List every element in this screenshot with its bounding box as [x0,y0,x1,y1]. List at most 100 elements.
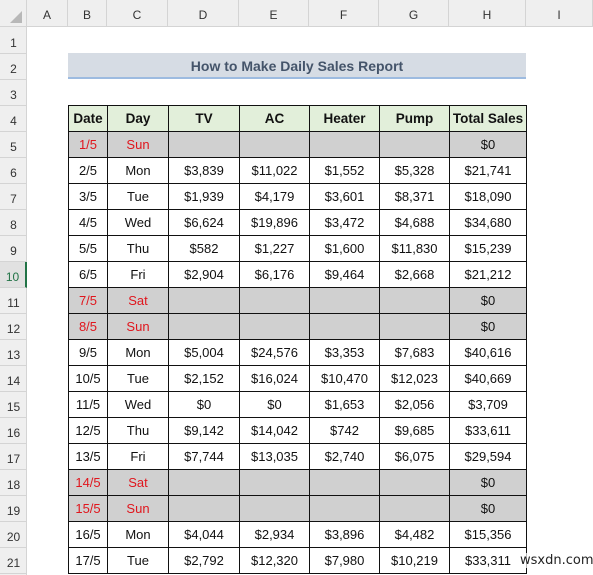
cell-pump[interactable]: $2,668 [379,261,450,288]
cell-ac[interactable]: $2,934 [239,521,310,548]
cell-ac[interactable] [239,495,310,522]
cell-day[interactable]: Tue [107,547,169,574]
cell-heater[interactable] [309,287,380,314]
cell-total[interactable]: $0 [449,469,527,496]
cell-date[interactable]: 6/5 [68,261,108,288]
row-header-12[interactable]: 12 [0,314,27,340]
cell-pump[interactable]: $2,056 [379,391,450,418]
column-header-g[interactable]: G [379,0,449,27]
header-tv[interactable]: TV [168,105,240,132]
cell-pump[interactable] [379,287,450,314]
cell-pump[interactable] [379,495,450,522]
cell-total[interactable]: $40,616 [449,339,527,366]
cell-pump[interactable]: $4,688 [379,209,450,236]
cell-ac[interactable]: $12,320 [239,547,310,574]
cell-date[interactable]: 12/5 [68,417,108,444]
column-header-i[interactable]: I [526,0,593,27]
cell-heater[interactable] [309,469,380,496]
cell-heater[interactable]: $7,980 [309,547,380,574]
cell-total[interactable]: $0 [449,495,527,522]
cell-day[interactable]: Thu [107,235,169,262]
cell-pump[interactable]: $8,371 [379,183,450,210]
cell-ac[interactable] [239,131,310,158]
cell-tv[interactable]: $582 [168,235,240,262]
cell-total[interactable]: $33,311 [449,547,527,574]
cell-heater[interactable]: $1,552 [309,157,380,184]
cell-heater[interactable]: $742 [309,417,380,444]
cell-ac[interactable]: $24,576 [239,339,310,366]
row-header-16[interactable]: 16 [0,418,27,444]
header-date[interactable]: Date [68,105,108,132]
cell-tv[interactable] [168,287,240,314]
cell-pump[interactable]: $4,482 [379,521,450,548]
header-pump[interactable]: Pump [379,105,450,132]
row-header-19[interactable]: 19 [0,496,27,522]
cell-tv[interactable]: $9,142 [168,417,240,444]
cell-ac[interactable]: $1,227 [239,235,310,262]
row-header-3[interactable]: 3 [0,80,27,106]
cell-total[interactable]: $15,356 [449,521,527,548]
cell-pump[interactable] [379,131,450,158]
cell-day[interactable]: Wed [107,209,169,236]
column-header-b[interactable]: B [68,0,107,27]
cell-date[interactable]: 3/5 [68,183,108,210]
cell-total[interactable]: $40,669 [449,365,527,392]
cell-heater[interactable] [309,131,380,158]
header-total-sales[interactable]: Total Sales [449,105,527,132]
cell-ac[interactable]: $16,024 [239,365,310,392]
cell-tv[interactable]: $3,839 [168,157,240,184]
cell-heater[interactable]: $3,601 [309,183,380,210]
cell-total[interactable]: $21,212 [449,261,527,288]
cell-day[interactable]: Sun [107,495,169,522]
cell-total[interactable]: $0 [449,313,527,340]
cell-total[interactable]: $18,090 [449,183,527,210]
cell-total[interactable]: $15,239 [449,235,527,262]
cell-pump[interactable]: $5,328 [379,157,450,184]
cell-day[interactable]: Sun [107,313,169,340]
cell-total[interactable]: $0 [449,131,527,158]
cell-date[interactable]: 14/5 [68,469,108,496]
cell-day[interactable]: Mon [107,157,169,184]
cell-total[interactable]: $3,709 [449,391,527,418]
column-header-f[interactable]: F [309,0,379,27]
row-header-6[interactable]: 6 [0,158,27,184]
cell-tv[interactable]: $7,744 [168,443,240,470]
cell-tv[interactable] [168,469,240,496]
cell-tv[interactable] [168,495,240,522]
cell-day[interactable]: Mon [107,521,169,548]
cell-tv[interactable]: $5,004 [168,339,240,366]
row-header-14[interactable]: 14 [0,366,27,392]
row-header-20[interactable]: 20 [0,522,27,548]
cell-day[interactable]: Wed [107,391,169,418]
cell-ac[interactable] [239,313,310,340]
row-header-5[interactable]: 5 [0,132,27,158]
header-heater[interactable]: Heater [309,105,380,132]
cell-date[interactable]: 11/5 [68,391,108,418]
cell-ac[interactable]: $0 [239,391,310,418]
cell-day[interactable]: Sat [107,469,169,496]
cell-pump[interactable] [379,469,450,496]
cell-heater[interactable]: $3,896 [309,521,380,548]
row-header-2[interactable]: 2 [0,54,27,80]
row-header-7[interactable]: 7 [0,184,27,210]
cell-pump[interactable] [379,313,450,340]
row-header-11[interactable]: 11 [0,288,27,314]
cell-date[interactable]: 9/5 [68,339,108,366]
cell-ac[interactable]: $19,896 [239,209,310,236]
cell-total[interactable]: $33,611 [449,417,527,444]
cell-date[interactable]: 13/5 [68,443,108,470]
cell-tv[interactable]: $2,792 [168,547,240,574]
cell-day[interactable]: Thu [107,417,169,444]
cell-ac[interactable] [239,287,310,314]
cell-pump[interactable]: $10,219 [379,547,450,574]
cell-date[interactable]: 15/5 [68,495,108,522]
row-header-17[interactable]: 17 [0,444,27,470]
cell-pump[interactable]: $11,830 [379,235,450,262]
cell-tv[interactable]: $4,044 [168,521,240,548]
cell-pump[interactable]: $12,023 [379,365,450,392]
cell-pump[interactable]: $6,075 [379,443,450,470]
column-header-c[interactable]: C [107,0,168,27]
column-header-e[interactable]: E [239,0,309,27]
cell-date[interactable]: 16/5 [68,521,108,548]
cell-heater[interactable]: $3,353 [309,339,380,366]
